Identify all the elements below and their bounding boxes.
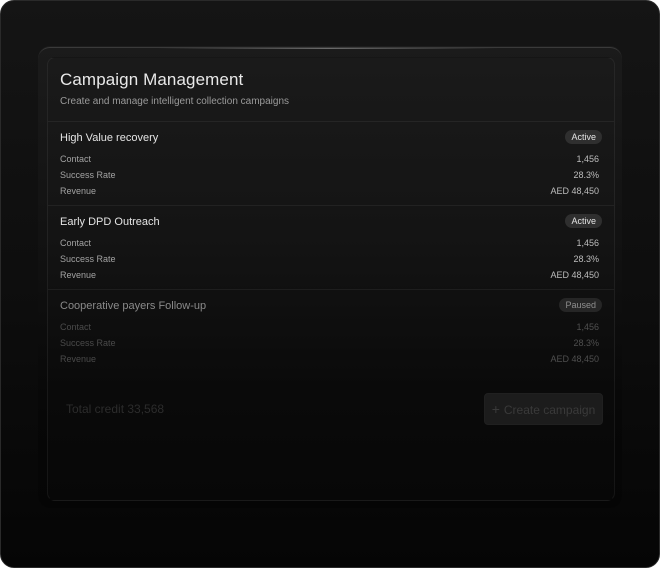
metric-row-success-rate: Success Rate 28.3% bbox=[60, 338, 599, 350]
metric-label: Success Rate bbox=[60, 338, 116, 348]
create-campaign-label: Create campaign bbox=[503, 403, 596, 417]
metric-value: 28.3% bbox=[573, 338, 599, 348]
metric-value: AED 48,450 bbox=[550, 270, 599, 280]
metric-label: Revenue bbox=[60, 270, 97, 280]
page-subtitle: Create and manage intelligent collection… bbox=[60, 96, 290, 107]
campaign-item-early-dpd-outreach[interactable]: Early DPD Outreach Active Contact 1,456 … bbox=[48, 205, 614, 290]
metric-label: Success Rate bbox=[60, 254, 116, 264]
panel-highlight bbox=[158, 48, 498, 49]
metric-value: 28.3% bbox=[573, 254, 599, 264]
metric-label: Revenue bbox=[60, 354, 97, 364]
page-title: Campaign Management bbox=[60, 70, 244, 89]
metric-label: Revenue bbox=[60, 186, 97, 196]
metric-row-contact: Contact 1,456 bbox=[60, 322, 599, 334]
campaign-name: Cooperative payers Follow-up bbox=[60, 300, 207, 312]
metric-row-revenue: Revenue AED 48,450 bbox=[60, 186, 599, 198]
campaign-card: Campaign Management Create and manage in… bbox=[47, 57, 615, 501]
metric-value: 28.3% bbox=[573, 170, 599, 180]
plus-icon: + bbox=[491, 401, 500, 417]
app-frame: Campaign Management Create and manage in… bbox=[0, 0, 660, 568]
metric-row-success-rate: Success Rate 28.3% bbox=[60, 170, 599, 182]
status-badge: Active bbox=[565, 130, 602, 144]
total-credit: Total credit 33,568 bbox=[66, 402, 165, 416]
status-badge: Active bbox=[565, 214, 602, 228]
metric-row-contact: Contact 1,456 bbox=[60, 238, 599, 250]
campaign-item-cooperative-payers[interactable]: Cooperative payers Follow-up Paused Cont… bbox=[48, 289, 614, 374]
campaign-panel: Campaign Management Create and manage in… bbox=[38, 47, 622, 508]
metric-label: Contact bbox=[60, 154, 92, 164]
metric-row-revenue: Revenue AED 48,450 bbox=[60, 270, 599, 282]
campaign-name: High Value recovery bbox=[60, 132, 159, 144]
metric-value: 1,456 bbox=[576, 322, 599, 332]
metric-row-revenue: Revenue AED 48,450 bbox=[60, 354, 599, 366]
campaign-name: Early DPD Outreach bbox=[60, 216, 160, 228]
metric-value: 1,456 bbox=[576, 238, 599, 248]
status-badge: Paused bbox=[559, 298, 602, 312]
metric-value: AED 48,450 bbox=[550, 354, 599, 364]
metric-label: Success Rate bbox=[60, 170, 116, 180]
metric-label: Contact bbox=[60, 322, 92, 332]
campaign-item-high-value-recovery[interactable]: High Value recovery Active Contact 1,456… bbox=[48, 121, 614, 206]
metric-value: 1,456 bbox=[576, 154, 599, 164]
metric-value: AED 48,450 bbox=[550, 186, 599, 196]
metric-row-success-rate: Success Rate 28.3% bbox=[60, 254, 599, 266]
metric-label: Contact bbox=[60, 238, 92, 248]
create-campaign-button[interactable]: + Create campaign bbox=[484, 393, 603, 425]
metric-row-contact: Contact 1,456 bbox=[60, 154, 599, 166]
